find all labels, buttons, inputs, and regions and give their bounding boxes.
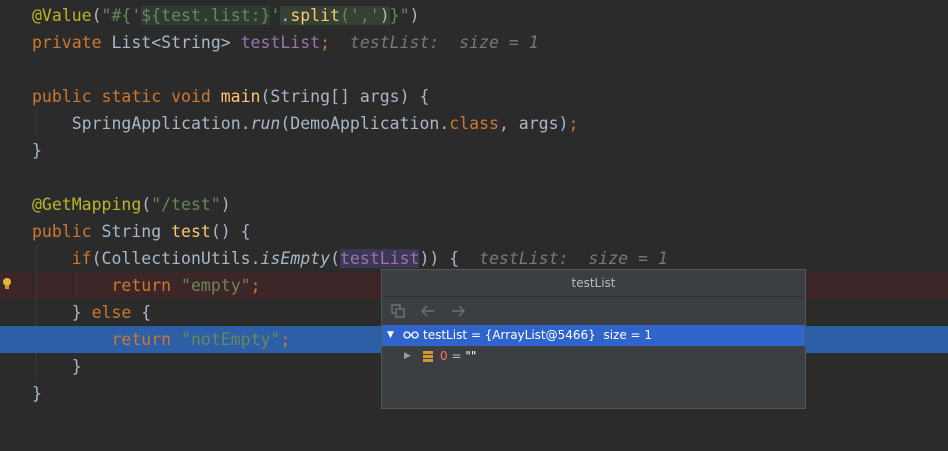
code-line-10[interactable]: if(CollectionUtils.isEmpty(testList)) { …: [0, 245, 948, 272]
tree-node-label: 0 = "": [440, 349, 477, 363]
tree-node-testlist[interactable]: ▼ testList = {ArrayList@5466} size = 1: [382, 325, 805, 346]
collapse-triangle-icon[interactable]: ▶: [404, 346, 411, 367]
code-line-9[interactable]: public String test() {: [0, 218, 948, 245]
method-name: main: [220, 87, 261, 106]
inline-debug-value: testList: size = 1: [330, 33, 539, 52]
watch-glasses-icon: [403, 331, 419, 339]
code-line-8[interactable]: @GetMapping("/test"): [0, 191, 948, 218]
code-line-4[interactable]: public static void main(String[] args) {: [0, 83, 948, 110]
annotation: @Value: [32, 6, 92, 25]
code-line-6[interactable]: }: [0, 137, 948, 164]
code-line-3[interactable]: [0, 56, 948, 83]
element-index: 0: [440, 349, 448, 363]
inline-debug-value: testList: size = 1: [459, 249, 668, 268]
code-line-1[interactable]: @Value("#{'${test.list:}'.split(',')}"): [0, 2, 948, 29]
method-call: split: [290, 6, 340, 25]
element-value: "": [465, 349, 477, 363]
static-method-call: isEmpty: [260, 249, 331, 268]
field-name: testList: [240, 33, 321, 52]
static-method-call: run: [250, 114, 281, 133]
debug-value-popup[interactable]: testList ▼ testList = {ArrayList@5466} s…: [381, 269, 806, 409]
tree-node-label: testList = {ArrayList@5466} size = 1: [423, 328, 653, 342]
array-element-icon: [423, 351, 433, 362]
method-name: test: [171, 222, 211, 241]
code-line-5[interactable]: SpringApplication.run(DemoApplication.cl…: [0, 110, 948, 137]
tree-node-element-0[interactable]: ▶ 0 = "": [382, 346, 805, 367]
expand-triangle-icon[interactable]: ▼: [387, 325, 394, 346]
property-placeholder: ${test.list:}: [141, 6, 271, 25]
lightbulb-icon[interactable]: [1, 272, 13, 299]
code-line-2[interactable]: private List<String> testList; testList:…: [0, 29, 948, 56]
forward-arrow-icon[interactable]: [450, 303, 466, 319]
copy-icon[interactable]: [390, 303, 406, 319]
field-reference[interactable]: testList: [340, 249, 420, 268]
popup-title: testList: [382, 270, 805, 297]
back-arrow-icon[interactable]: [420, 303, 436, 319]
code-line-7[interactable]: [0, 164, 948, 191]
annotation: @GetMapping: [32, 195, 142, 214]
popup-toolbar: [382, 297, 805, 325]
